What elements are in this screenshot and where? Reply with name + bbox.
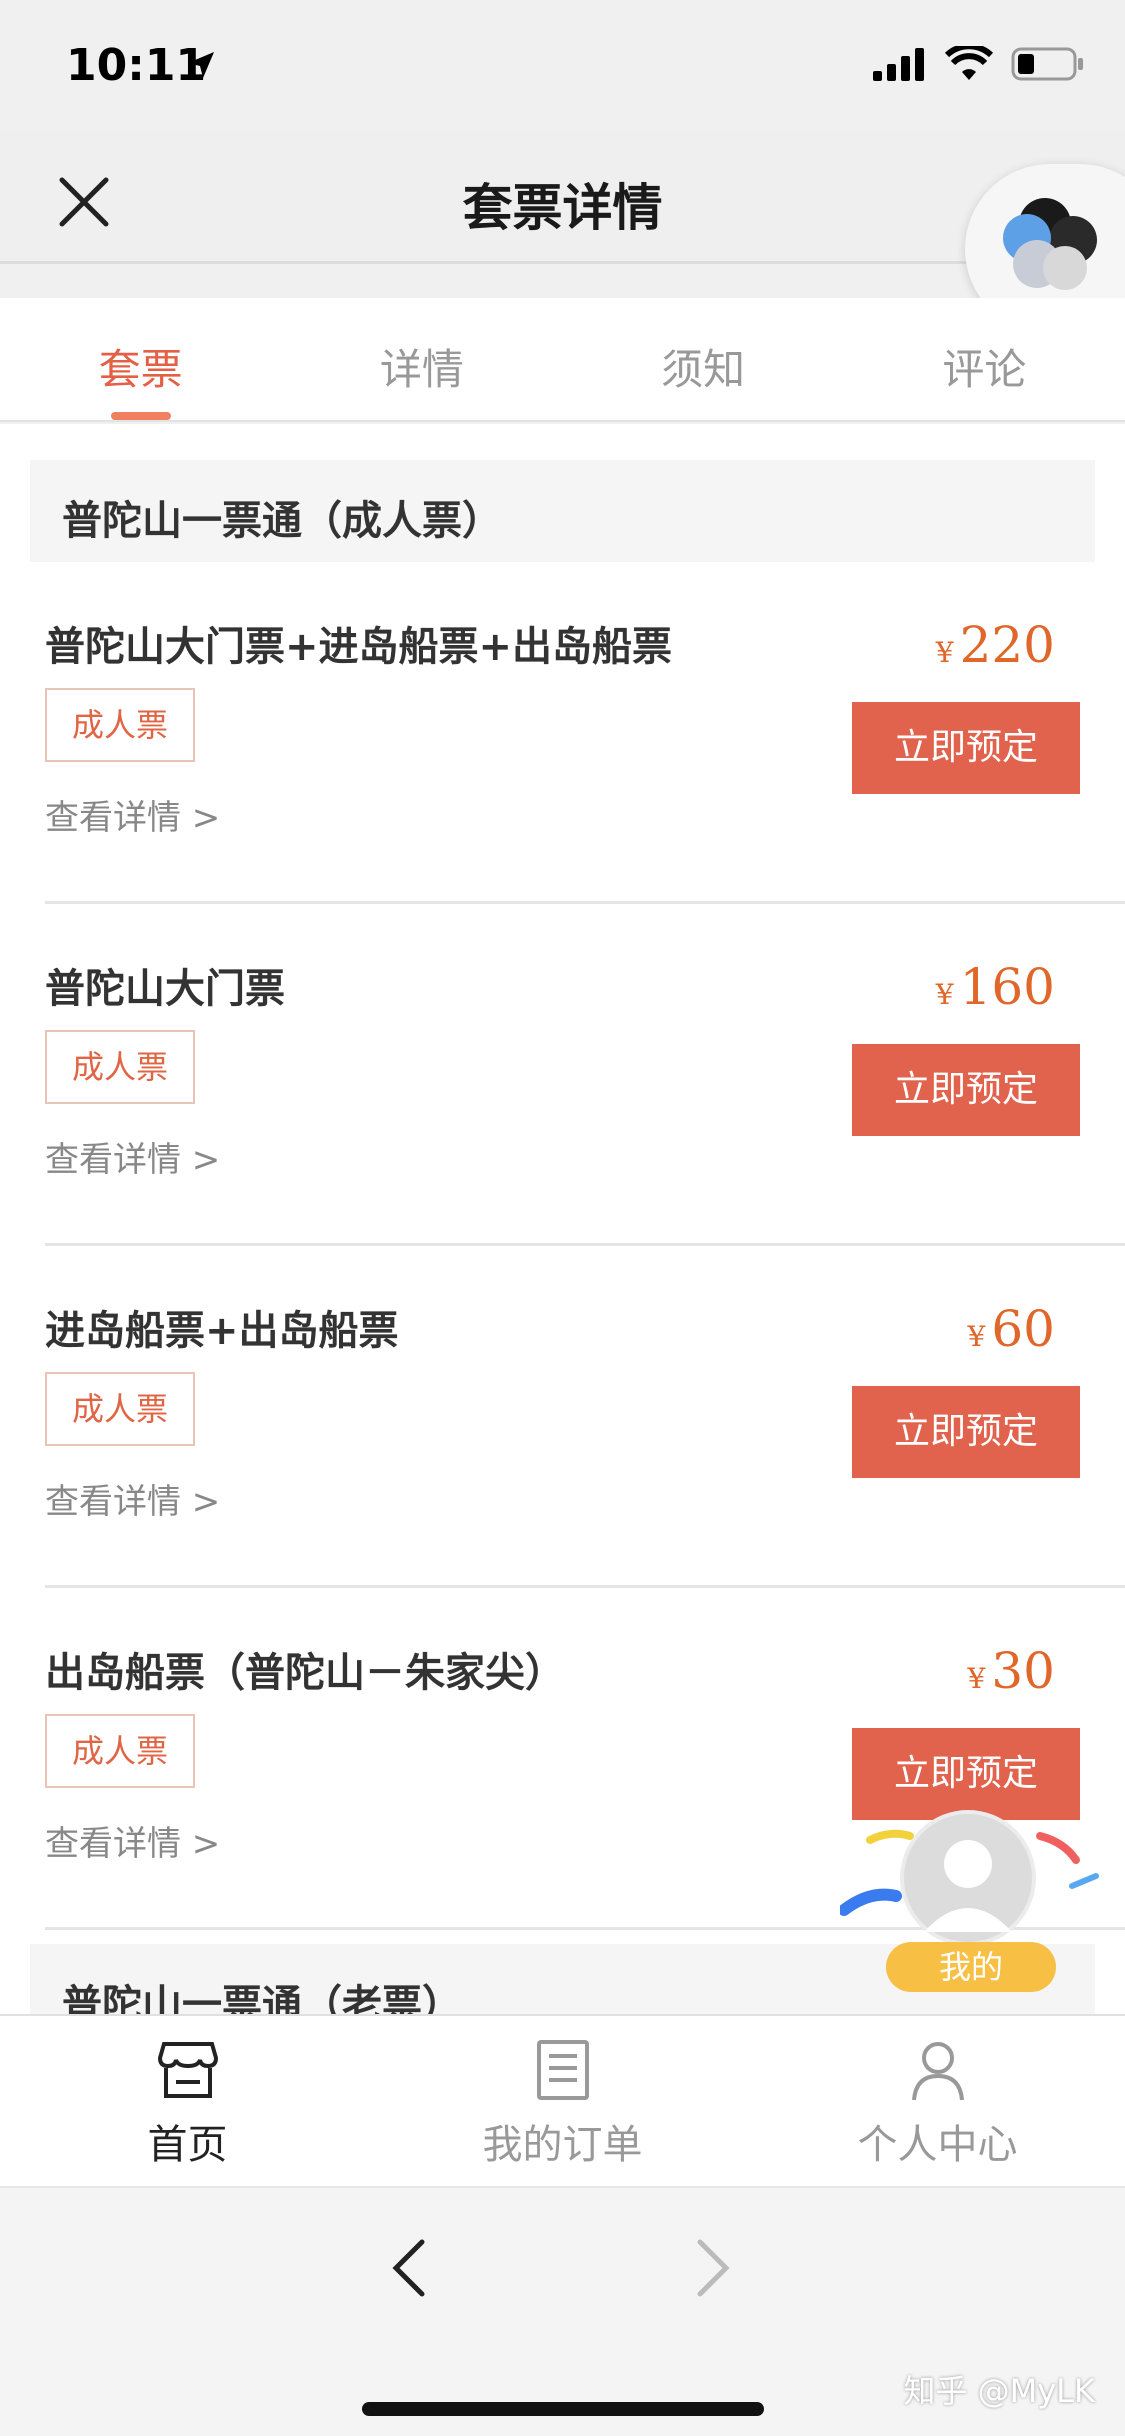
currency-symbol: ¥: [967, 1662, 986, 1695]
page-title: 套票详情: [462, 179, 663, 237]
nav-my-orders-label: 我的订单: [482, 2122, 643, 2168]
tab-bar: 套票 详情 须知 评论: [0, 298, 1125, 422]
browser-toolbar: 知乎 @MyLK: [0, 2186, 1125, 2436]
currency-symbol: ¥: [935, 636, 954, 669]
tab-notice[interactable]: 须知: [563, 298, 844, 420]
default-avatar-icon: [924, 1840, 1012, 1932]
price-value: 220: [959, 616, 1055, 674]
ticket-name: 进岛船票+出岛船票: [45, 1308, 399, 1354]
nav-profile-label: 个人中心: [857, 2122, 1018, 2168]
nav-bar: 套票详情: [0, 132, 1125, 334]
currency-symbol: ¥: [935, 978, 954, 1011]
price-value: 60: [991, 1300, 1055, 1358]
book-now-button[interactable]: 立即预定: [852, 1044, 1080, 1136]
tab-details[interactable]: 详情: [281, 298, 562, 420]
home-indicator[interactable]: [362, 2402, 764, 2416]
status-indicators: [873, 46, 1085, 82]
tab-package[interactable]: 套票: [0, 298, 281, 420]
ticket-price: ¥160: [936, 958, 1055, 1016]
book-now-button[interactable]: 立即预定: [852, 702, 1080, 794]
book-now-button[interactable]: 立即预定: [852, 1728, 1080, 1820]
status-bar: 10:11: [0, 0, 1125, 132]
ticket-item: 普陀山大门票 成人票 查看详情 > ¥160 立即预定: [45, 904, 1125, 1246]
chevron-right-icon[interactable]: [680, 2236, 740, 2300]
ticket-list: 普陀山一票通（成人票） 普陀山大门票+进岛船票+出岛船票 成人票 查看详情 > …: [0, 424, 1125, 2014]
user-icon: [911, 2042, 964, 2101]
ticket-price: ¥220: [936, 616, 1055, 674]
bottom-nav: 首页 我的订单 个人中心: [0, 2014, 1125, 2186]
book-now-button[interactable]: 立即预定: [852, 1386, 1080, 1478]
view-details-link[interactable]: 查看详情 >: [45, 1816, 220, 1865]
view-details-link[interactable]: 查看详情 >: [45, 1132, 220, 1181]
ticket-item: 进岛船票+出岛船票 成人票 查看详情 > ¥60 立即预定: [45, 1246, 1125, 1588]
app-logo-icon: [1003, 198, 1097, 290]
ticket-type-tag: 成人票: [45, 1714, 195, 1788]
wifi-icon: [945, 46, 993, 80]
ticket-name: 普陀山大门票: [45, 966, 285, 1012]
price-value: 160: [959, 958, 1055, 1016]
store-icon: [157, 2042, 218, 2098]
mine-label: 我的: [886, 1942, 1056, 1992]
ticket-type-tag: 成人票: [45, 1372, 195, 1446]
nav-home[interactable]: 首页: [0, 2016, 375, 2186]
signal-icon: [873, 48, 924, 81]
location-arrow-icon: [188, 52, 214, 78]
ticket-name: 出岛船票（普陀山－朱家尖）: [45, 1650, 565, 1696]
ticket-type-tag: 成人票: [45, 1030, 195, 1104]
view-details-link[interactable]: 查看详情 >: [45, 790, 220, 839]
watermark: 知乎 @MyLK: [903, 2372, 1095, 2410]
floating-mine-button[interactable]: 我的: [840, 1810, 1100, 1992]
tab-reviews[interactable]: 评论: [844, 298, 1125, 420]
nav-profile[interactable]: 个人中心: [750, 2016, 1125, 2186]
section-header: 普陀山一票通（成人票）: [30, 460, 1095, 562]
battery-icon: [1011, 47, 1083, 81]
nav-my-orders[interactable]: 我的订单: [375, 2016, 750, 2186]
chevron-left-icon[interactable]: [382, 2236, 442, 2300]
ticket-type-tag: 成人票: [45, 688, 195, 762]
order-list-icon: [536, 2040, 589, 2100]
ticket-item: 普陀山大门票+进岛船票+出岛船票 成人票 查看详情 > ¥220 立即预定: [45, 562, 1125, 904]
avatar: [900, 1810, 1036, 1946]
ticket-name: 普陀山大门票+进岛船票+出岛船票: [45, 624, 673, 670]
nav-home-label: 首页: [147, 2122, 228, 2168]
view-details-link[interactable]: 查看详情 >: [45, 1474, 220, 1523]
price-value: 30: [991, 1642, 1055, 1700]
ticket-price: ¥60: [968, 1300, 1055, 1358]
currency-symbol: ¥: [967, 1320, 986, 1353]
ticket-price: ¥30: [968, 1642, 1055, 1700]
